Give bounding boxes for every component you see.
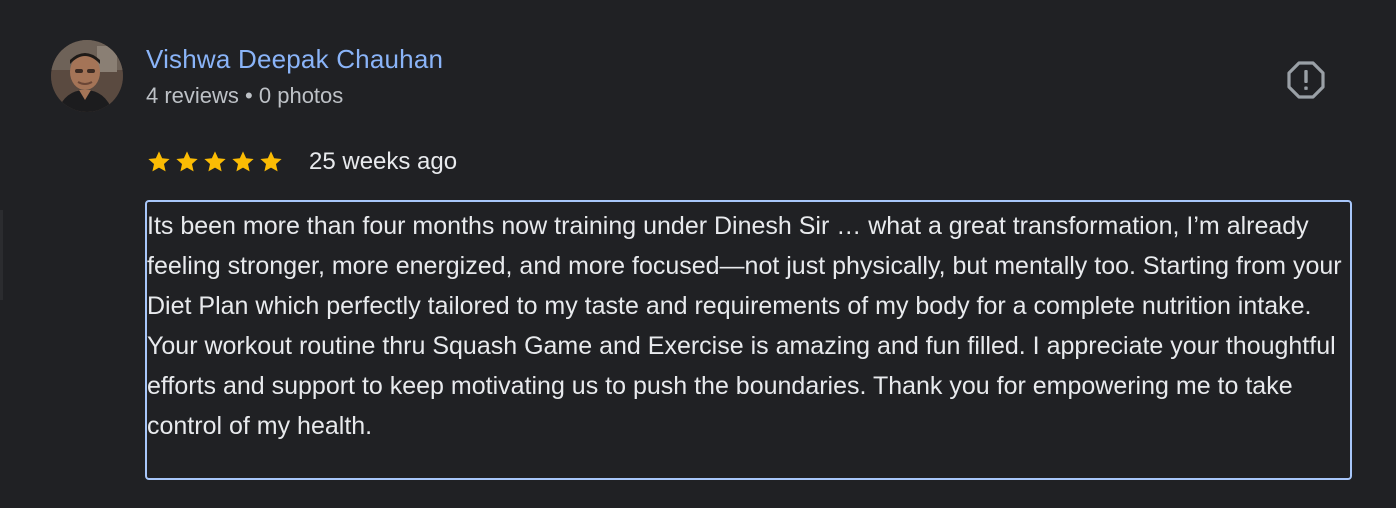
meta-separator: • bbox=[245, 83, 253, 108]
photo-count: 0 photos bbox=[258, 83, 344, 108]
star-icon bbox=[176, 151, 198, 172]
review-count: 4 reviews bbox=[146, 83, 239, 108]
avatar[interactable] bbox=[51, 40, 123, 112]
review-date: 25 weeks ago bbox=[309, 148, 458, 175]
star-icon bbox=[148, 151, 170, 172]
star-rating bbox=[146, 149, 284, 175]
avatar-photo bbox=[51, 40, 123, 112]
rating-row: 25 weeks ago bbox=[146, 146, 457, 178]
reviewer-name[interactable]: Vishwa Deepak Chauhan bbox=[146, 44, 443, 75]
star-icon bbox=[204, 151, 226, 172]
report-button[interactable] bbox=[1286, 60, 1326, 100]
review-text[interactable]: Its been more than four months now train… bbox=[145, 200, 1352, 480]
report-icon bbox=[1287, 61, 1325, 99]
star-icon bbox=[232, 151, 254, 172]
star-icon bbox=[260, 151, 282, 172]
reviewer-stats: 4 reviews • 0 photos bbox=[146, 83, 343, 109]
review-card: Vishwa Deepak Chauhan 4 reviews • 0 phot… bbox=[0, 0, 1396, 508]
